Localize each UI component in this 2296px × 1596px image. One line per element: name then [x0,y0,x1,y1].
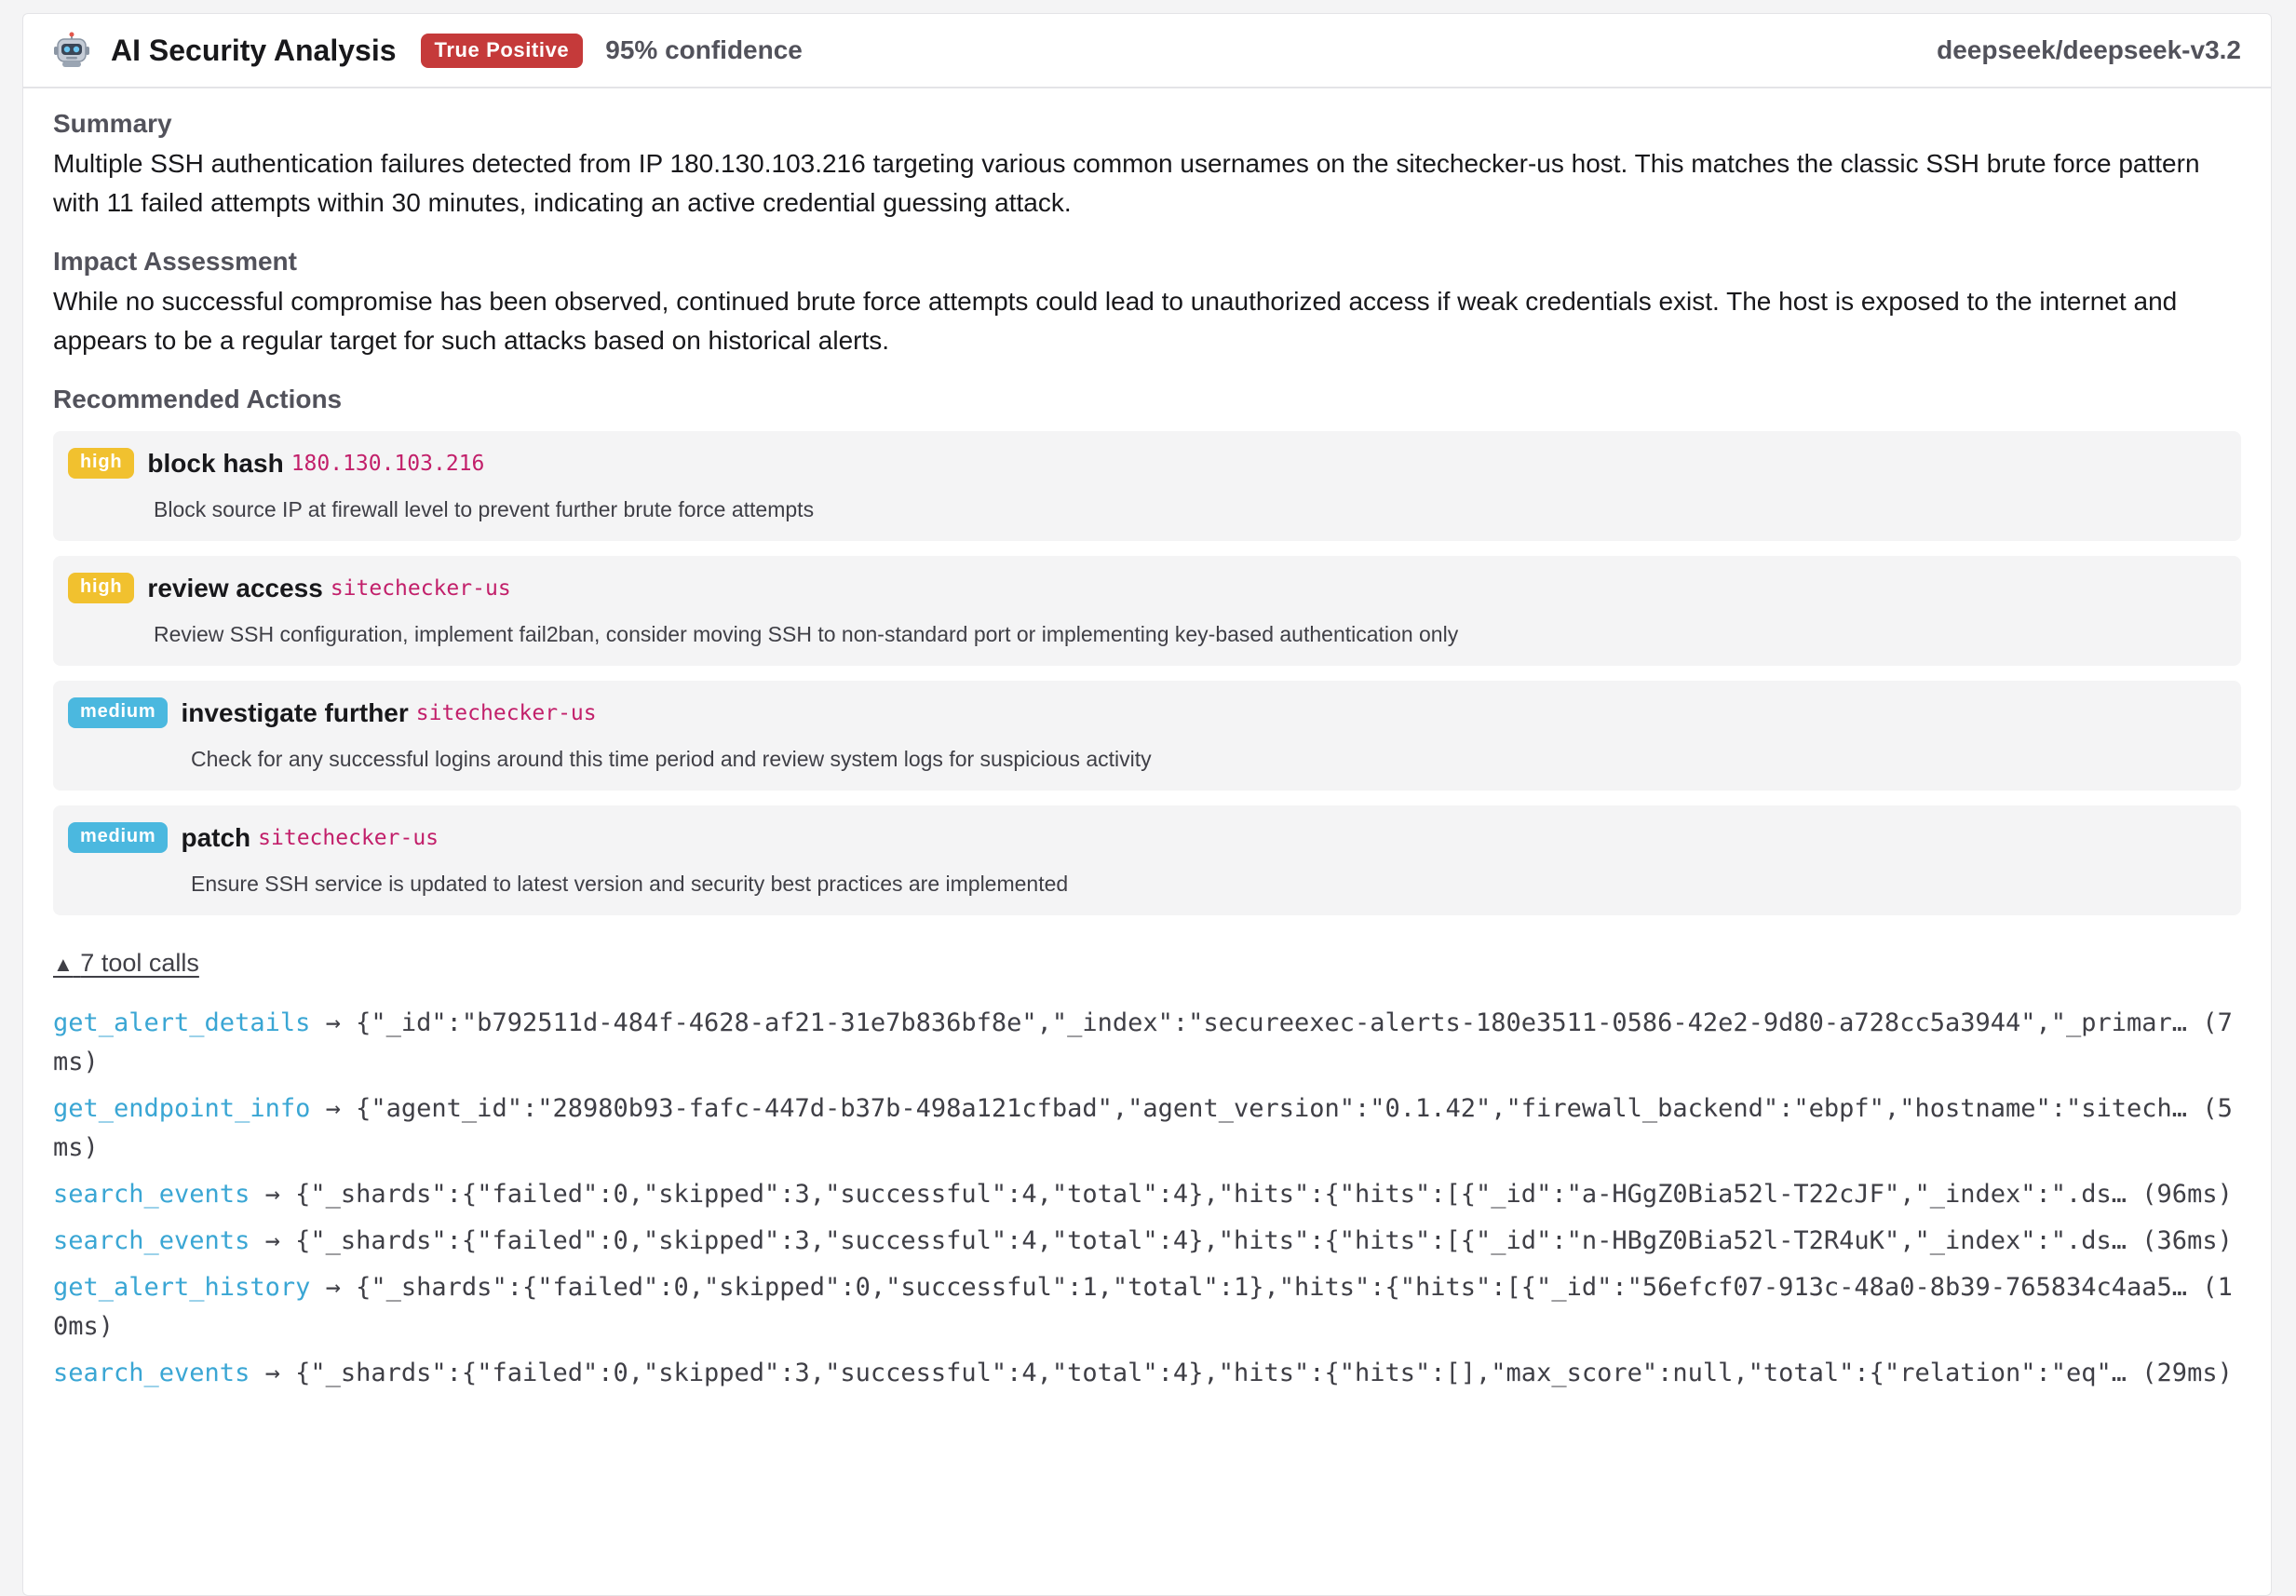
arrow-icon: → [264,1226,280,1255]
tool-call-item: search_events → {"_shards":{"failed":0,"… [53,1175,2241,1214]
robot-icon [53,32,90,69]
action-item: medium patch sitechecker-us Ensure SSH s… [53,805,2241,915]
tool-call-result: {"_shards":{"failed":0,"skipped":3,"succ… [295,1359,2127,1387]
tool-call-name[interactable]: search_events [53,1226,250,1255]
action-target: sitechecker-us [258,825,439,850]
action-target: sitechecker-us [415,700,597,725]
arrow-icon: → [325,1094,341,1123]
priority-badge: medium [68,697,169,728]
tool-calls-list: get_alert_details → {"_id":"b792511d-484… [53,1004,2241,1393]
analysis-card: AI Security Analysis True Positive 95% c… [22,13,2272,1596]
priority-badge: high [68,573,135,603]
tool-call-item: get_alert_details → {"_id":"b792511d-484… [53,1004,2241,1082]
tool-call-duration: (36ms) [2141,1226,2233,1255]
action-item: high block hash 180.130.103.216 Block so… [53,431,2241,541]
verdict-badge: True Positive [420,33,584,68]
model-label: deepseek/deepseek-v3.2 [1937,35,2241,64]
arrow-icon: → [264,1359,280,1387]
arrow-icon: → [325,1008,341,1037]
action-item: medium investigate further sitechecker-u… [53,681,2241,791]
action-description: Block source IP at firewall level to pre… [154,497,815,521]
summary-text: Multiple SSH authentication failures det… [53,149,2200,217]
tool-call-name[interactable]: get_alert_details [53,1008,310,1037]
action-name: block hash [147,448,284,478]
tool-call-item: get_alert_history → {"_shards":{"failed"… [53,1268,2241,1346]
tool-call-name[interactable]: search_events [53,1359,250,1387]
action-item: high review access sitechecker-us Review… [53,556,2241,666]
tool-calls-toggle-label: 7 tool calls [80,949,199,977]
tool-call-item: search_events → {"_shards":{"failed":0,"… [53,1222,2241,1261]
impact-text: While no successful compromise has been … [53,287,2178,355]
action-description: Review SSH configuration, implement fail… [154,622,1459,646]
tool-call-item: search_events → {"_shards":{"failed":0,"… [53,1354,2241,1393]
priority-badge: high [68,448,135,479]
page-title: AI Security Analysis [111,33,397,67]
action-name: patch [181,822,251,852]
tool-call-name[interactable]: get_endpoint_info [53,1094,310,1123]
tool-call-result: {"_shards":{"failed":0,"skipped":0,"succ… [356,1273,2188,1302]
tool-call-name[interactable]: get_alert_history [53,1273,310,1302]
triangle-up-icon: ▲ [53,953,74,976]
card-header: AI Security Analysis True Positive 95% c… [23,14,2271,88]
tool-calls-toggle[interactable]: ▲ 7 tool calls [53,949,199,978]
tool-call-result: {"_id":"b792511d-484f-4628-af21-31e7b836… [356,1008,2188,1037]
tool-call-result: {"agent_id":"28980b93-fafc-447d-b37b-498… [356,1094,2188,1123]
action-name: investigate further [181,697,409,727]
tool-call-item: get_endpoint_info → {"agent_id":"28980b9… [53,1089,2241,1168]
priority-badge: medium [68,822,169,853]
tool-call-name[interactable]: search_events [53,1180,250,1209]
arrow-icon: → [325,1273,341,1302]
actions-list: high block hash 180.130.103.216 Block so… [53,431,2241,915]
tool-call-duration: (96ms) [2141,1180,2233,1209]
actions-heading: Recommended Actions [53,385,343,413]
action-target: 180.130.103.216 [290,451,485,476]
arrow-icon: → [264,1180,280,1209]
action-name: review access [147,573,323,602]
tool-call-result: {"_shards":{"failed":0,"skipped":3,"succ… [295,1180,2127,1209]
card-body: Summary Multiple SSH authentication fail… [23,109,2271,1393]
tool-call-result: {"_shards":{"failed":0,"skipped":3,"succ… [295,1226,2127,1255]
confidence-label: 95% confidence [605,35,803,64]
tool-call-duration: (29ms) [2141,1359,2233,1387]
action-target: sitechecker-us [330,575,511,601]
action-description: Check for any successful logins around t… [191,747,1152,771]
action-description: Ensure SSH service is updated to latest … [191,872,1069,896]
impact-heading: Impact Assessment [53,247,297,276]
summary-heading: Summary [53,109,172,138]
